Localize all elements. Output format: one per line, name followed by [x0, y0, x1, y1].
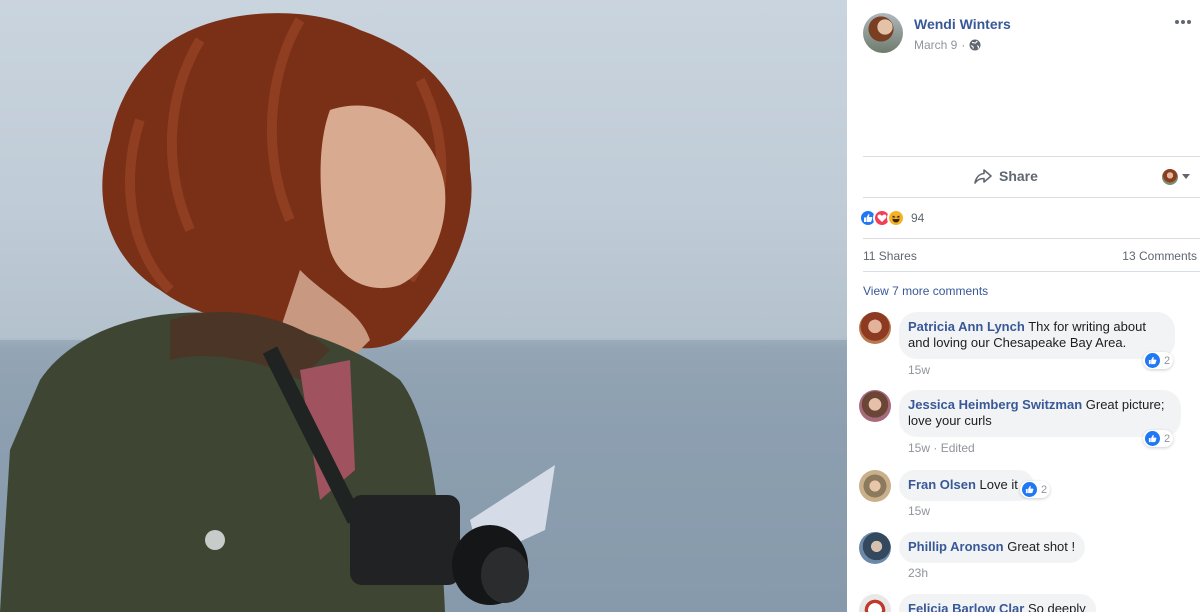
commenter-avatar[interactable] [859, 312, 891, 344]
comment-item: Fran Olsen Love it 2 15w [859, 470, 1189, 522]
comment-time[interactable]: 15w [908, 441, 930, 455]
comment-meta: 15w [908, 504, 930, 518]
chevron-down-icon [1182, 174, 1190, 179]
action-bar: Share [863, 156, 1200, 198]
comment-meta: 15w · Edited [908, 441, 975, 455]
commenter-name[interactable]: Fran Olsen [908, 477, 976, 492]
comment-item: Phillip Aronson Great shot ! 23h [859, 532, 1189, 584]
edited-label[interactable]: Edited [941, 441, 975, 455]
commenter-avatar[interactable] [859, 594, 891, 612]
commenter-avatar[interactable] [859, 532, 891, 564]
like-count: 2 [1164, 354, 1171, 367]
photo-illustration [0, 13, 847, 612]
more-options-icon[interactable] [1173, 17, 1193, 27]
post-header: Wendi Winters March 9 · [863, 13, 1193, 57]
like-count: 2 [1041, 483, 1048, 496]
comment-like-count[interactable]: 2 [1143, 352, 1174, 369]
author-avatar[interactable] [863, 13, 903, 53]
comment-bubble: Phillip Aronson Great shot ! [899, 532, 1086, 563]
comment-text: Love it [979, 477, 1018, 492]
commenter-name[interactable]: Felicia Barlow Clar [908, 601, 1024, 612]
commenter-name[interactable]: Phillip Aronson [908, 539, 1004, 554]
comments-count[interactable]: 13 Comments [1122, 249, 1197, 263]
comment-item: Patricia Ann Lynch Thx for writing about… [859, 312, 1189, 382]
comment-like-count[interactable]: 2 [1020, 481, 1051, 498]
reaction-count: 94 [911, 211, 925, 225]
user-avatar [1162, 169, 1178, 185]
meta-separator: · [961, 38, 966, 52]
comment-text: Great shot ! [1007, 539, 1076, 554]
commenter-name[interactable]: Patricia Ann Lynch [908, 319, 1025, 334]
commenter-avatar[interactable] [859, 470, 891, 502]
like-icon [1145, 353, 1160, 368]
comment-bubble: Jessica Heimberg Switzman Great picture;… [899, 390, 1181, 437]
comment-item: Jessica Heimberg Switzman Great picture;… [859, 390, 1189, 460]
audience-selector[interactable] [1162, 169, 1190, 185]
post-side-panel: Wendi Winters March 9 · Share 94 11 Shar… [847, 0, 1200, 612]
comment-text: So deeply [1027, 601, 1086, 612]
post-meta: March 9 · [914, 38, 981, 52]
post-date[interactable]: March 9 [914, 38, 957, 52]
comment-time[interactable]: 15w [908, 504, 930, 518]
globe-icon[interactable] [969, 39, 981, 51]
comment-like-count[interactable]: 2 [1143, 430, 1174, 447]
shares-count[interactable]: 11 Shares [863, 249, 917, 263]
comment-bubble: Patricia Ann Lynch Thx for writing about… [899, 312, 1175, 359]
like-icon [1022, 482, 1037, 497]
like-icon [1145, 431, 1160, 446]
comment-time[interactable]: 23h [908, 566, 928, 580]
author-name[interactable]: Wendi Winters [914, 16, 1011, 32]
comment-meta: 23h [908, 566, 928, 580]
share-arrow-icon [974, 169, 992, 184]
share-label: Share [999, 168, 1038, 184]
haha-reaction-icon [887, 209, 905, 227]
comment-time[interactable]: 15w [908, 363, 930, 377]
commenter-name[interactable]: Jessica Heimberg Switzman [908, 397, 1082, 412]
comment-bubble: Felicia Barlow Clar So deeply [899, 594, 1096, 612]
post-photo[interactable] [0, 0, 847, 612]
share-button[interactable]: Share [973, 166, 1038, 186]
comment-bubble: Fran Olsen Love it [899, 470, 1034, 501]
post-stats: 11 Shares 13 Comments [863, 238, 1200, 272]
like-count: 2 [1164, 432, 1171, 445]
view-more-comments-link[interactable]: View 7 more comments [863, 284, 988, 298]
commenter-avatar[interactable] [859, 390, 891, 422]
comment-item: Felicia Barlow Clar So deeply [859, 594, 1189, 612]
reaction-summary[interactable]: 94 [859, 208, 924, 228]
comment-meta: 15w [908, 363, 930, 377]
meta-separator: · [933, 441, 938, 455]
